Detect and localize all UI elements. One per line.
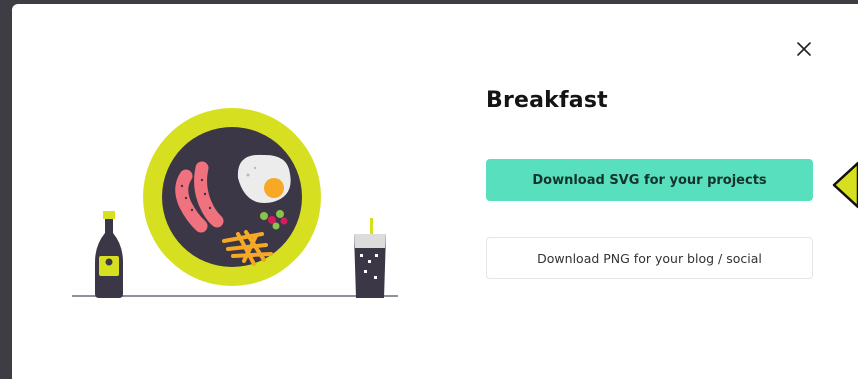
illustration-download-modal: Breakfast Download SVG for your projects… [12,4,858,379]
close-icon [797,42,811,56]
plate-icon [143,108,321,286]
close-button[interactable] [793,38,815,60]
download-png-button[interactable]: Download PNG for your blog / social [486,237,813,279]
pointer-arrow-icon [832,161,858,209]
sauce-bottle-icon [95,211,123,298]
download-svg-button[interactable]: Download SVG for your projects [486,159,813,201]
breakfast-illustration [72,108,398,298]
drink-icon [354,218,386,298]
illustration-title: Breakfast [486,88,608,113]
